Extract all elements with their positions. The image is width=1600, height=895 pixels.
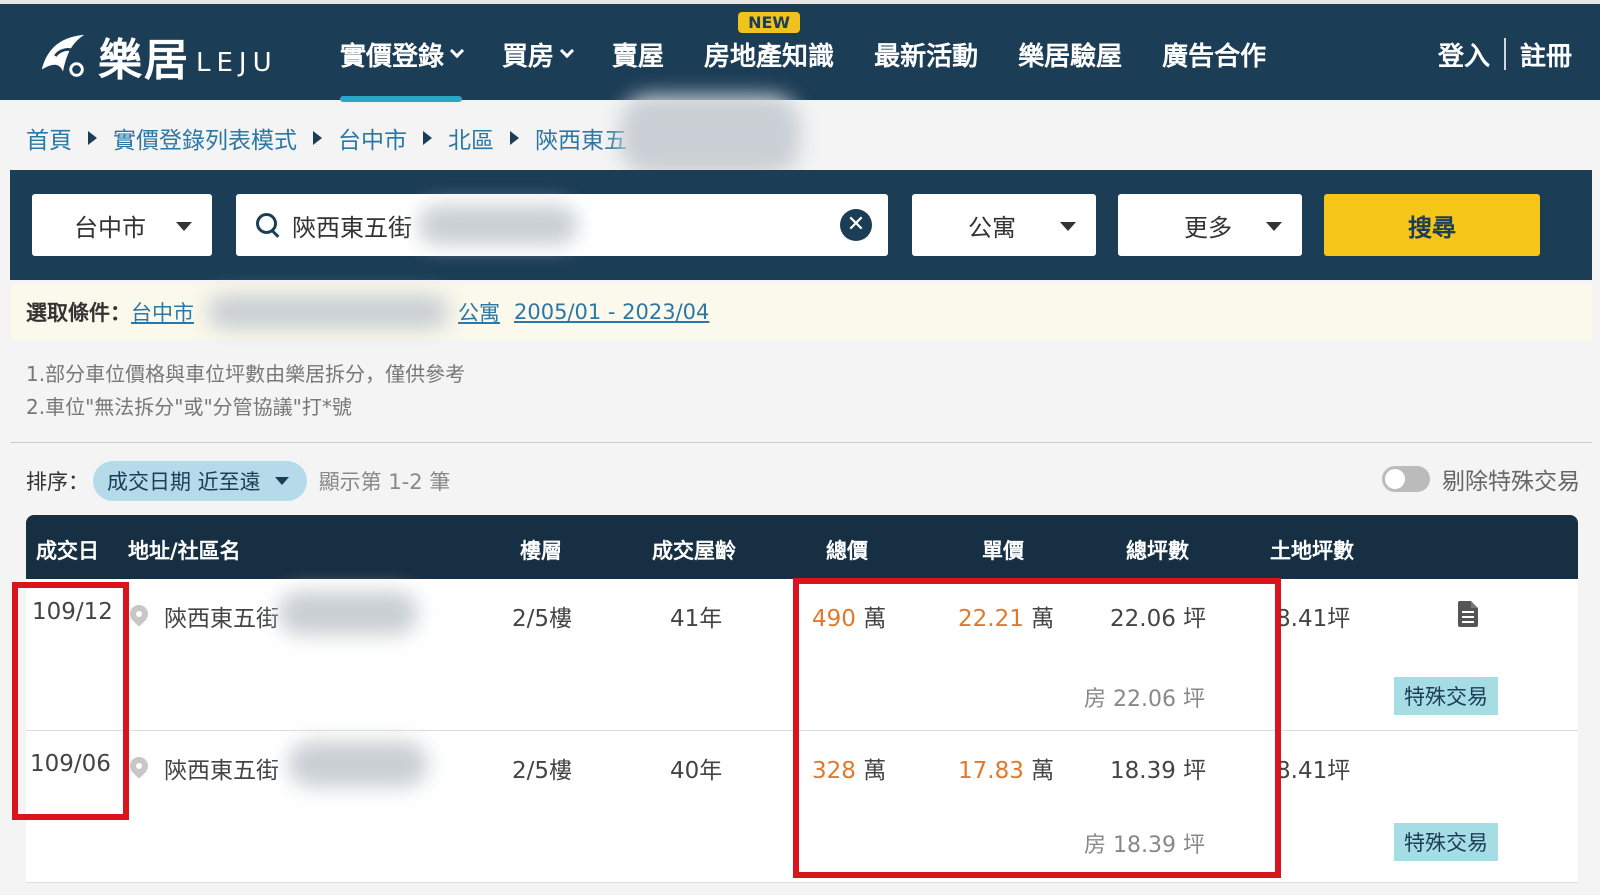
divider — [10, 442, 1592, 443]
nav-item-label: 樂居驗屋 — [1018, 41, 1123, 72]
search-button[interactable]: 搜尋 — [1324, 194, 1540, 256]
divider — [1503, 38, 1506, 70]
nav-item-label: 賣屋 — [612, 41, 665, 72]
result-count: 顯示第 1-2 筆 — [318, 470, 451, 494]
document-icon[interactable] — [1458, 601, 1478, 627]
chevron-down-icon — [449, 43, 465, 59]
special-transaction-tag: 特殊交易 — [1394, 677, 1498, 715]
nav-item-buy[interactable]: 買房 — [502, 4, 575, 104]
map-pin-icon[interactable] — [126, 753, 152, 779]
chevron-down-icon — [559, 43, 575, 59]
redaction-blur — [208, 295, 448, 329]
type-select[interactable]: 公寓 — [912, 194, 1096, 256]
cell-age: 40年 — [670, 758, 723, 784]
cell-address[interactable]: 陝西東五街 — [164, 599, 279, 633]
triangle-right-icon — [510, 131, 519, 145]
nav-item-events[interactable]: 最新活動 — [874, 4, 978, 104]
sort-select[interactable]: 成交日期 近至遠 — [93, 461, 307, 501]
column-header-land-area[interactable]: 土地坪數 — [1270, 535, 1354, 565]
selected-label: 選取條件： — [26, 301, 131, 325]
sort-bar: 排序： 成交日期 近至遠 顯示第 1-2 筆 — [26, 460, 450, 502]
more-select[interactable]: 更多 — [1118, 194, 1302, 256]
sort-select-value: 成交日期 近至遠 — [107, 470, 261, 494]
breadcrumb-list-mode[interactable]: 實價登錄列表模式 — [113, 121, 297, 155]
note-line: 2.車位"無法拆分"或"分管協議"打*號 — [26, 395, 352, 419]
logo[interactable]: 樂居 LEJU — [34, 26, 278, 86]
auth-links: 登入 註冊 — [1438, 4, 1572, 104]
cell-land-area: 8.41坪 — [1276, 758, 1351, 784]
selected-city-link[interactable]: 台中市 — [131, 297, 194, 327]
selected-conditions: 選取條件： 台中市 公寓 2005/01 - 2023/04 — [10, 284, 1592, 340]
column-header-address: 地址/社區名 — [128, 539, 241, 563]
selected-date-link[interactable]: 2005/01 - 2023/04 — [514, 300, 709, 324]
column-header-area[interactable]: 總坪數 — [1126, 535, 1189, 565]
city-select-value: 台中市 — [74, 213, 146, 242]
caret-down-icon — [176, 222, 192, 231]
nav-item-ads[interactable]: 廣告合作 — [1162, 4, 1266, 104]
nav-item-inspection[interactable]: 樂居驗屋 — [1018, 4, 1122, 104]
cell-floor: 2/5樓 — [512, 606, 573, 632]
column-header-unit-price[interactable]: 單價 — [982, 535, 1024, 565]
breadcrumb-home[interactable]: 首頁 — [26, 121, 72, 155]
logo-sub: LEJU — [196, 48, 278, 78]
type-select-value: 公寓 — [968, 213, 1016, 242]
table-header: 成交日 地址/社區名 樓層 成交屋齡 總價 單價 總坪數 土地坪數 — [26, 515, 1578, 579]
search-icon — [256, 213, 280, 237]
redaction-blur — [418, 205, 578, 245]
highlight-box-prices — [793, 578, 1281, 878]
logo-text: 樂居 — [98, 35, 190, 86]
triangle-right-icon — [313, 131, 322, 145]
nav-item-label: 廣告合作 — [1162, 41, 1267, 72]
nav-item-label: 買房 — [502, 41, 555, 72]
new-badge: NEW — [738, 12, 801, 33]
breadcrumb-city[interactable]: 台中市 — [338, 121, 407, 155]
exclude-special-toggle[interactable]: 剔除特殊交易 — [1382, 462, 1580, 496]
note-line: 1.部分車位價格與車位坪數由樂居拆分，僅供參考 — [26, 362, 466, 386]
triangle-right-icon — [423, 131, 432, 145]
cell-floor: 2/5樓 — [512, 758, 573, 784]
cell-address[interactable]: 陝西東五街 — [164, 751, 279, 785]
redaction-blur — [620, 95, 800, 175]
clear-icon[interactable]: ✕ — [840, 209, 872, 241]
nav-item-price-registry[interactable]: 實價登錄 — [340, 4, 465, 104]
nav-item-sell[interactable]: 賣屋 — [612, 4, 664, 104]
caret-down-icon — [274, 477, 289, 485]
nav-item-knowledge[interactable]: NEW 房地產知識 — [704, 4, 834, 104]
city-select[interactable]: 台中市 — [32, 194, 212, 256]
column-header-total-price[interactable]: 總價 — [826, 535, 868, 565]
breadcrumb-district[interactable]: 北區 — [448, 121, 494, 155]
highlight-box-dates — [12, 582, 129, 820]
selected-type-link[interactable]: 公寓 — [458, 297, 500, 327]
nav-item-label: 最新活動 — [874, 41, 979, 72]
sort-label: 排序： — [26, 470, 89, 494]
caret-down-icon — [1060, 222, 1076, 231]
special-transaction-tag: 特殊交易 — [1394, 823, 1498, 861]
breadcrumb-street[interactable]: 陝西東五 — [535, 121, 627, 155]
search-bar: 台中市 陝西東五街 ✕ 公寓 更多 搜尋 — [10, 170, 1592, 280]
caret-down-icon — [1266, 222, 1282, 231]
column-header-age[interactable]: 成交屋齡 — [652, 535, 736, 565]
search-input[interactable]: 陝西東五街 ✕ — [236, 194, 888, 256]
column-header-floor: 樓層 — [520, 539, 562, 563]
exclude-special-label: 剔除特殊交易 — [1442, 469, 1580, 495]
top-navbar: 樂居 LEJU 實價登錄 買房 賣屋 NEW 房地產知識 最新活動 樂居驗屋 廣… — [0, 0, 1600, 102]
nav-item-label: 房地產知識 — [704, 41, 835, 72]
redaction-blur — [288, 741, 428, 787]
map-pin-icon[interactable] — [126, 601, 152, 627]
toggle-switch[interactable] — [1382, 466, 1430, 492]
leju-logo-icon — [41, 34, 85, 77]
breadcrumb: 首頁 實價登錄列表模式 台中市 北區 陝西東五 — [26, 118, 627, 158]
redaction-blur — [278, 591, 418, 635]
nav-item-label: 實價登錄 — [340, 41, 445, 72]
main-nav: 實價登錄 買房 賣屋 NEW 房地產知識 最新活動 樂居驗屋 廣告合作 — [340, 4, 1306, 104]
column-header-date[interactable]: 成交日 — [36, 535, 99, 565]
more-select-value: 更多 — [1184, 213, 1232, 242]
login-link[interactable]: 登入 — [1438, 36, 1490, 73]
search-input-value: 陝西東五街 — [292, 213, 412, 242]
cell-land-area: 8.41坪 — [1276, 606, 1351, 632]
triangle-right-icon — [88, 131, 97, 145]
cell-age: 41年 — [670, 606, 723, 632]
notes: 1.部分車位價格與車位坪數由樂居拆分，僅供參考 2.車位"無法拆分"或"分管協議… — [26, 358, 465, 424]
register-link[interactable]: 註冊 — [1520, 36, 1572, 73]
